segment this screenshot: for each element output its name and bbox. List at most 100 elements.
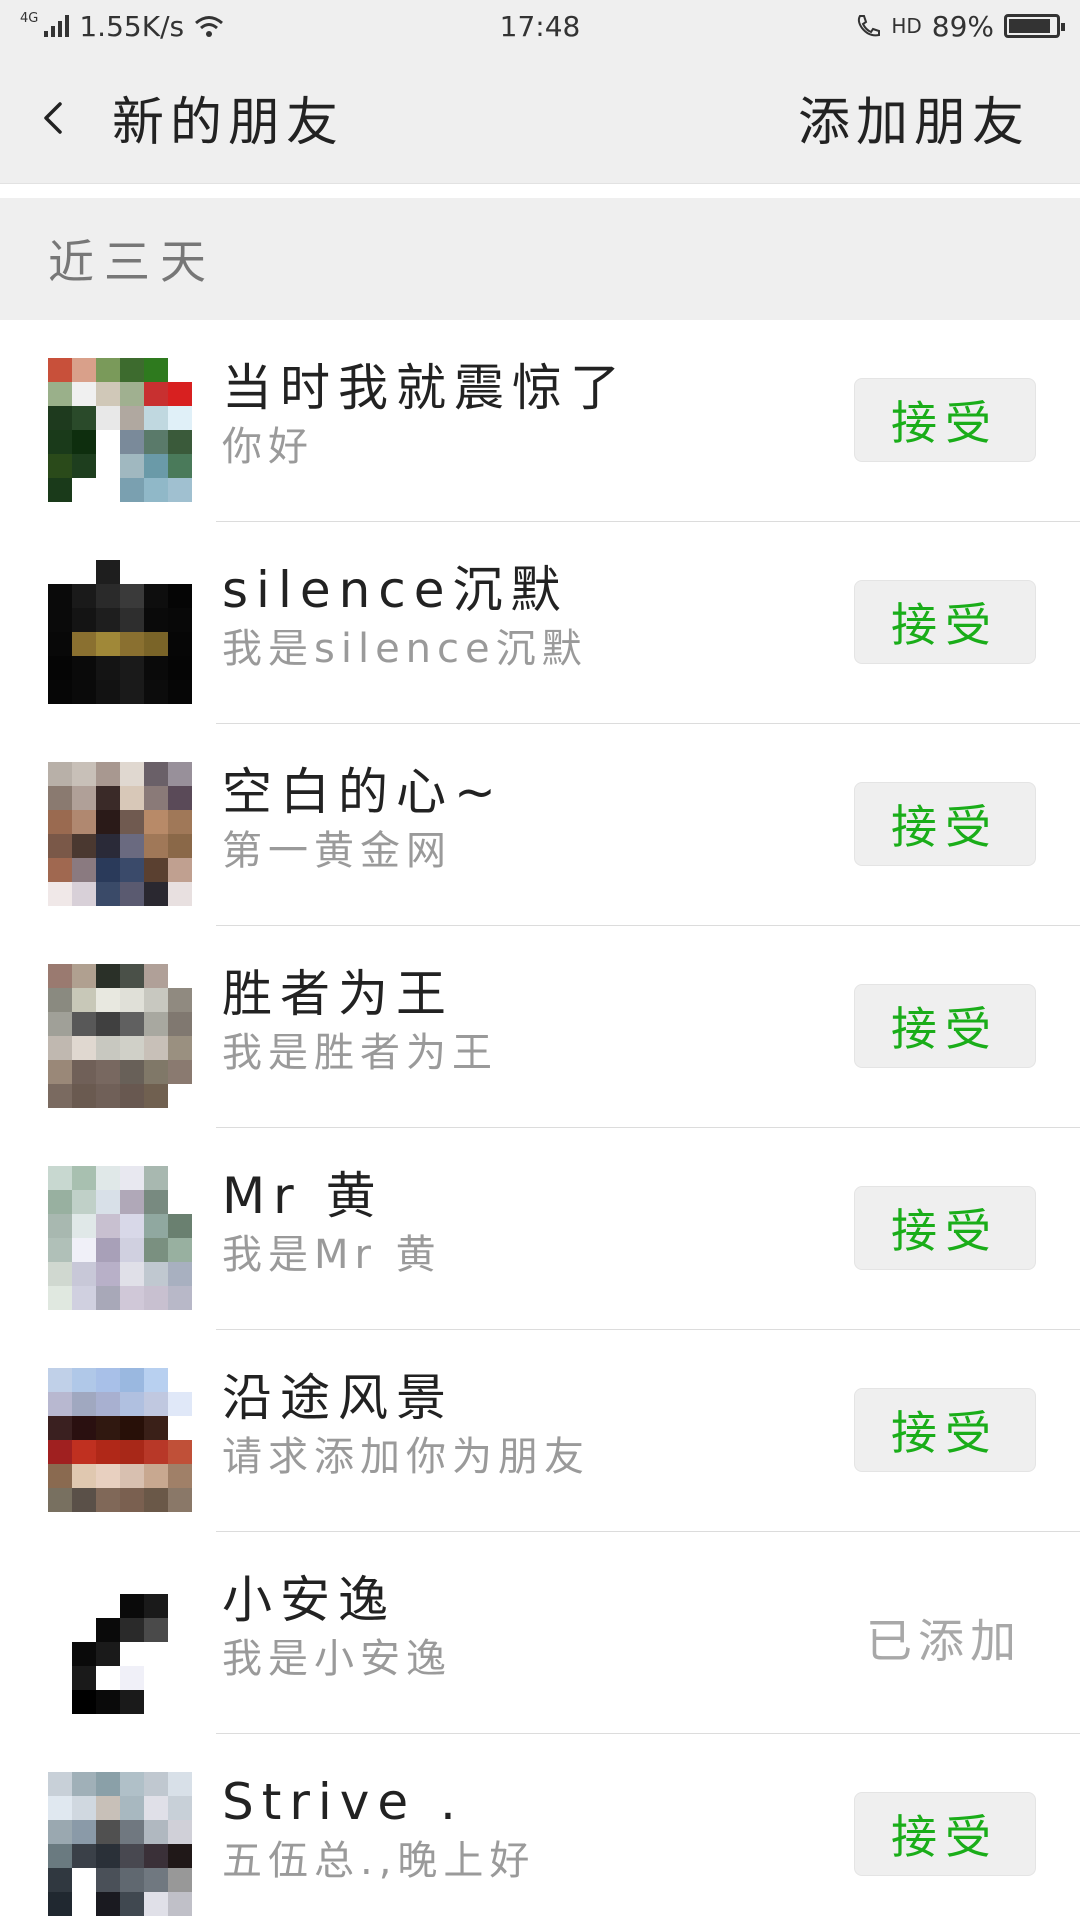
avatar[interactable]: [48, 964, 192, 1108]
avatar-pixel: [144, 680, 168, 704]
friend-request-row[interactable]: Strive . 五伍总.,晚上好 接受: [0, 1734, 1080, 1920]
avatar-pixel: [96, 1368, 120, 1392]
avatar[interactable]: [48, 560, 192, 704]
avatar-pixel: [96, 1594, 120, 1618]
avatar-pixel: [168, 1440, 192, 1464]
avatar-pixel: [96, 1820, 120, 1844]
friend-text: 空白的心~ 第一黄金网: [222, 760, 504, 878]
avatar-pixel: [168, 1464, 192, 1488]
section-header: 近三天: [0, 198, 1080, 320]
nav-left: 新的朋友: [36, 80, 344, 155]
add-friend-button[interactable]: 添加朋友: [798, 80, 1030, 155]
friend-text: silence沉默 我是silence沉默: [222, 558, 588, 676]
avatar-pixel: [168, 1368, 192, 1392]
avatar-pixel: [72, 454, 96, 478]
avatar-pixel: [168, 786, 192, 810]
avatar-pixel: [48, 1060, 72, 1084]
avatar-pixel: [72, 1214, 96, 1238]
avatar-pixel: [144, 1868, 168, 1892]
accept-button[interactable]: 接受: [854, 984, 1036, 1068]
avatar[interactable]: [48, 1166, 192, 1310]
avatar-pixel: [144, 858, 168, 882]
friend-request-row[interactable]: 沿途风景 请求添加你为朋友 接受: [0, 1330, 1080, 1532]
avatar-pixel: [168, 584, 192, 608]
avatar-pixel: [120, 1262, 144, 1286]
avatar-pixel: [144, 1262, 168, 1286]
avatar-pixel: [96, 1772, 120, 1796]
avatar-pixel: [48, 632, 72, 656]
avatar-pixel: [144, 1618, 168, 1642]
avatar-pixel: [72, 1416, 96, 1440]
avatar-pixel: [96, 1416, 120, 1440]
avatar-pixel: [120, 834, 144, 858]
avatar-pixel: [72, 1262, 96, 1286]
avatar-pixel: [72, 858, 96, 882]
avatar[interactable]: [48, 358, 192, 502]
avatar[interactable]: [48, 1368, 192, 1512]
avatar[interactable]: [48, 1772, 192, 1916]
back-arrow-icon[interactable]: [36, 100, 72, 136]
avatar-pixel: [120, 584, 144, 608]
signal-icon: [44, 15, 70, 37]
avatar-pixel: [168, 1084, 192, 1108]
avatar-pixel: [48, 1036, 72, 1060]
friend-name: 沿途风景: [222, 1369, 454, 1427]
avatar-pixel: [96, 1844, 120, 1868]
battery-percent: 89%: [931, 9, 994, 43]
accept-button[interactable]: 接受: [854, 1388, 1036, 1472]
friend-message: 第一黄金网: [222, 828, 452, 874]
avatar-pixel: [72, 1690, 96, 1714]
accept-button[interactable]: 接受: [854, 1792, 1036, 1876]
avatar-pixel: [120, 810, 144, 834]
friend-request-row[interactable]: Mr 黄 我是Mr 黄 接受: [0, 1128, 1080, 1330]
friend-request-row[interactable]: 空白的心~ 第一黄金网 接受: [0, 724, 1080, 926]
avatar[interactable]: [48, 762, 192, 906]
friend-request-row[interactable]: 胜者为王 我是胜者为王 接受: [0, 926, 1080, 1128]
avatar-pixel: [120, 1772, 144, 1796]
avatar-pixel: [144, 1570, 168, 1594]
avatar-pixel: [144, 1488, 168, 1512]
avatar-pixel: [168, 1060, 192, 1084]
avatar-pixel: [72, 1036, 96, 1060]
friend-request-row[interactable]: 当时我就震惊了 你好 接受: [0, 320, 1080, 522]
avatar-pixel: [72, 1618, 96, 1642]
avatar-pixel: [168, 1488, 192, 1512]
avatar-pixel: [144, 1238, 168, 1262]
avatar-pixel: [168, 680, 192, 704]
battery-fill: [1009, 19, 1050, 33]
network-speed: 1.55K/s: [79, 9, 185, 43]
accept-button[interactable]: 接受: [854, 1186, 1036, 1270]
page-title: 新的朋友: [112, 93, 345, 153]
avatar-pixel: [120, 1690, 144, 1714]
accept-button[interactable]: 接受: [854, 580, 1036, 664]
divider: [0, 184, 1080, 198]
friend-text: 胜者为王 我是胜者为王: [222, 962, 498, 1080]
avatar-pixel: [168, 406, 192, 430]
avatar-pixel: [72, 964, 96, 988]
avatar-pixel: [120, 1060, 144, 1084]
accept-button[interactable]: 接受: [854, 782, 1036, 866]
avatar-pixel: [120, 1036, 144, 1060]
avatar-pixel: [120, 1820, 144, 1844]
avatar-pixel: [96, 858, 120, 882]
avatar-pixel: [48, 1262, 72, 1286]
avatar-pixel: [48, 1868, 72, 1892]
avatar-pixel: [144, 454, 168, 478]
friend-request-row[interactable]: 小安逸 我是小安逸 已添加: [0, 1532, 1080, 1734]
avatar-pixel: [144, 1666, 168, 1690]
avatar-pixel: [96, 1666, 120, 1690]
avatar-pixel: [72, 608, 96, 632]
avatar-pixel: [48, 1214, 72, 1238]
avatar-pixel: [48, 1440, 72, 1464]
avatar-pixel: [96, 454, 120, 478]
avatar-pixel: [168, 1036, 192, 1060]
avatar[interactable]: [48, 1570, 192, 1714]
avatar-pixel: [120, 1166, 144, 1190]
avatar-pixel: [96, 1868, 120, 1892]
avatar-pixel: [72, 882, 96, 906]
accept-button[interactable]: 接受: [854, 378, 1036, 462]
friend-request-row[interactable]: silence沉默 我是silence沉默 接受: [0, 522, 1080, 724]
avatar-pixel: [144, 632, 168, 656]
avatar-pixel: [144, 1892, 168, 1916]
avatar-pixel: [120, 786, 144, 810]
